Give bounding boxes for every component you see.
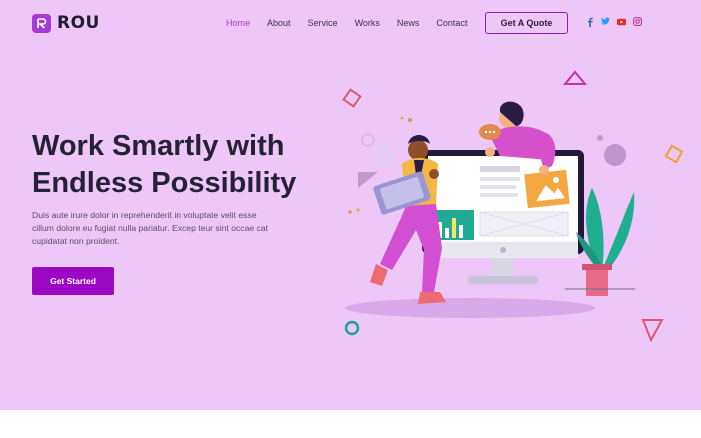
get-quote-button[interactable]: Get A Quote bbox=[485, 12, 568, 34]
headline-line-1: Work Smartly with bbox=[32, 130, 285, 162]
headline-line-2: Endless Possibility bbox=[32, 167, 297, 199]
square-decoration-2 bbox=[664, 144, 684, 164]
hero-description: Duis aute irure dolor in reprehenderit i… bbox=[32, 210, 268, 246]
nav-home[interactable]: Home bbox=[226, 18, 250, 28]
dotted-circle bbox=[604, 144, 626, 166]
brand-logo[interactable]: ROU bbox=[32, 13, 100, 33]
man-shoe bbox=[370, 264, 388, 286]
hero-section: ROU Home About Service Works News Contac… bbox=[0, 0, 701, 410]
youtube-icon[interactable] bbox=[617, 17, 626, 26]
nav-news[interactable]: News bbox=[397, 18, 420, 28]
twitter-icon[interactable] bbox=[601, 17, 610, 26]
man-pants bbox=[380, 204, 442, 292]
brand-name: ROU bbox=[57, 13, 100, 33]
nav-works[interactable]: Works bbox=[355, 18, 380, 28]
triangle-decoration-2 bbox=[641, 319, 664, 343]
monitor-stand bbox=[492, 258, 514, 278]
get-started-button[interactable]: Get Started bbox=[32, 267, 114, 295]
dotted-triangle bbox=[358, 172, 378, 188]
square-decoration bbox=[342, 88, 362, 108]
instagram-icon[interactable] bbox=[633, 17, 642, 26]
nav-service[interactable]: Service bbox=[308, 18, 338, 28]
monitor-base bbox=[468, 276, 538, 284]
nav-contact[interactable]: Contact bbox=[436, 18, 467, 28]
circle-decoration bbox=[344, 320, 360, 336]
logo-icon bbox=[32, 13, 51, 33]
triangle-decoration bbox=[562, 70, 588, 85]
plant-pot bbox=[586, 268, 608, 296]
facebook-icon[interactable] bbox=[585, 17, 594, 27]
floor-shadow bbox=[345, 298, 595, 318]
hero-illustration bbox=[342, 70, 684, 343]
hero-headline: Work Smartly with Endless Possibility bbox=[32, 128, 332, 202]
man-head bbox=[408, 140, 428, 160]
nav-about[interactable]: About bbox=[267, 18, 291, 28]
social-links bbox=[585, 17, 642, 27]
main-nav: Home About Service Works News Contact bbox=[226, 18, 484, 28]
